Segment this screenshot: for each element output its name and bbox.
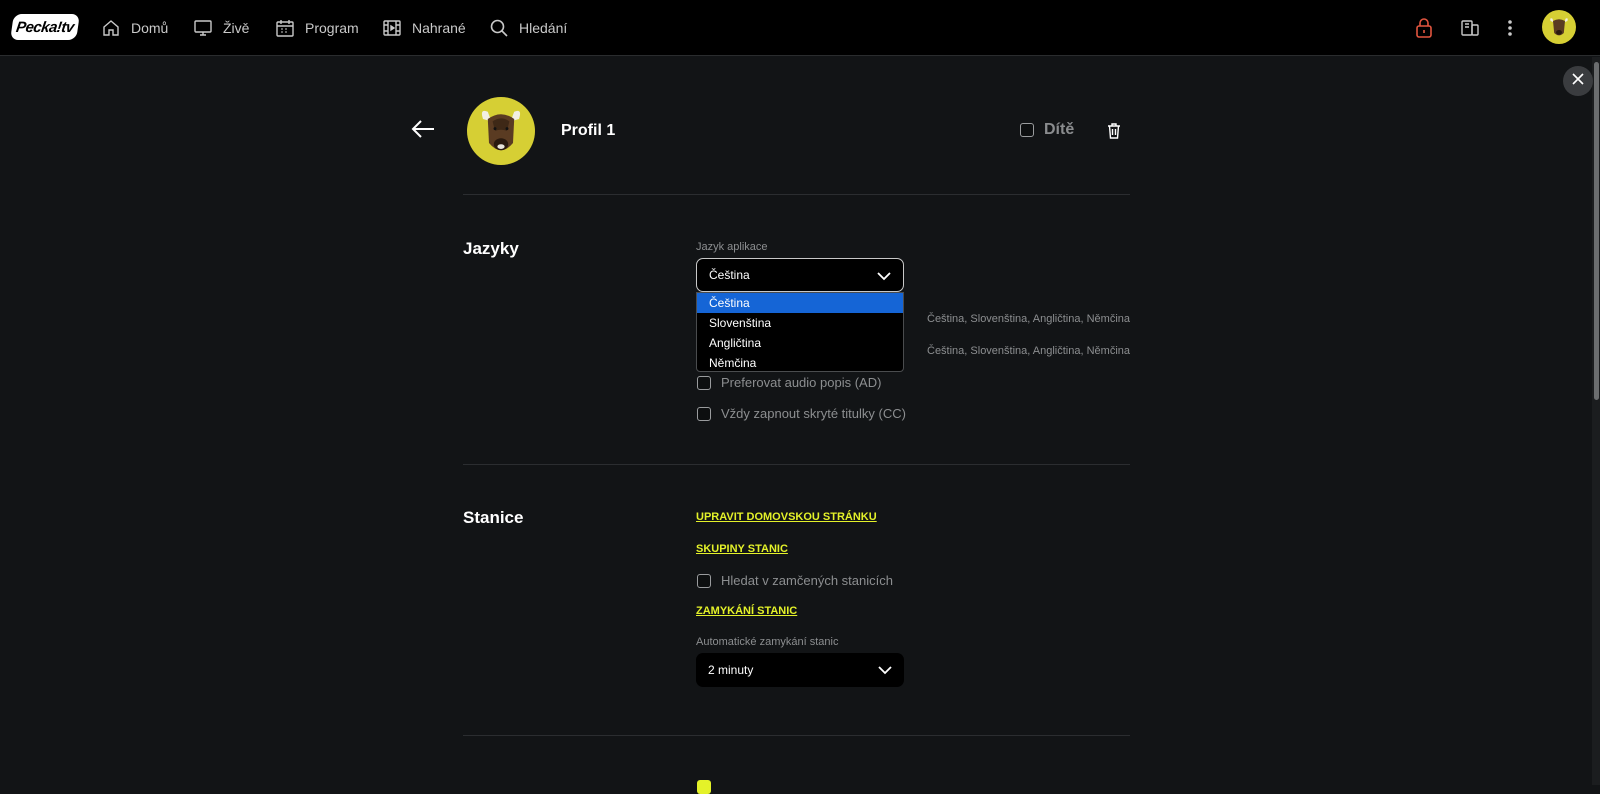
divider	[463, 464, 1130, 465]
dropdown-option-anglictina[interactable]: Angličtina	[697, 333, 903, 353]
search-locked-label: Hledat v zamčených stanicích	[721, 573, 893, 588]
close-icon	[1572, 72, 1584, 90]
dropdown-option-nemcina[interactable]: Němčina	[697, 353, 903, 373]
close-button[interactable]	[1563, 66, 1593, 96]
trash-icon[interactable]	[1107, 123, 1123, 141]
app-language-select[interactable]: Čeština	[696, 258, 904, 292]
child-checkbox[interactable]	[1020, 123, 1034, 137]
prefer-audio-description-checkbox[interactable]	[697, 375, 711, 390]
dropdown-option-slovenstina[interactable]: Slovenština	[697, 313, 903, 333]
lock-icon[interactable]	[1412, 16, 1436, 40]
station-locking-link[interactable]: ZAMYKÁNÍ STANIC	[696, 605, 797, 617]
nav-label-program: Program	[305, 20, 359, 36]
app-language-label: Jazyk aplikace	[696, 241, 768, 253]
always-cc-option[interactable]: Vždy zapnout skryté titulky (CC)	[697, 406, 906, 421]
auto-lock-value: 2 minuty	[708, 663, 754, 677]
home-icon	[101, 18, 121, 38]
section-title-stations: Stanice	[463, 508, 524, 527]
divider	[463, 735, 1130, 736]
app-language-dropdown[interactable]: Čeština Slovenština Angličtina Němčina	[696, 292, 904, 372]
profile-name[interactable]: Profil 1	[561, 122, 615, 140]
calendar-icon	[275, 18, 295, 38]
devices-icon[interactable]	[1458, 16, 1482, 40]
app-language-value: Čeština	[709, 268, 750, 282]
auto-lock-label: Automatické zamykání stanic	[696, 636, 839, 648]
audio-languages-value[interactable]: Čeština, Slovenština, Angličtina, Němčin…	[927, 313, 1130, 325]
nav-label-recordings: Nahrané	[412, 20, 466, 36]
pecka-tv-logo[interactable]: Pecka!tv	[10, 14, 80, 40]
scrollbar-thumb[interactable]	[1594, 62, 1599, 400]
always-cc-checkbox[interactable]	[697, 406, 711, 421]
child-label: Dítě	[1044, 121, 1075, 138]
nav-item-program[interactable]: Program	[275, 16, 359, 40]
child-profile-toggle[interactable]: Dítě	[1020, 121, 1074, 139]
more-vertical-icon[interactable]	[1498, 16, 1522, 40]
nav-item-home[interactable]: Domů	[101, 16, 168, 40]
divider	[463, 194, 1130, 195]
nav-item-search[interactable]: Hledání	[489, 16, 567, 40]
profile-avatar[interactable]	[467, 97, 535, 165]
recordings-icon	[382, 18, 402, 38]
chevron-down-icon	[878, 664, 892, 678]
chevron-down-icon	[877, 270, 891, 284]
dropdown-option-cestina[interactable]: Čeština	[697, 293, 903, 313]
nav-item-recordings[interactable]: Nahrané	[382, 16, 466, 40]
nav-label-live: Živě	[223, 20, 250, 36]
back-arrow-icon[interactable]	[410, 118, 440, 146]
always-cc-label: Vždy zapnout skryté titulky (CC)	[721, 406, 906, 421]
station-groups-link[interactable]: SKUPINY STANIC	[696, 543, 788, 555]
nav-label-search: Hledání	[519, 20, 568, 36]
logo-text: Pecka!tv	[14, 18, 76, 36]
tv-icon	[193, 18, 213, 38]
next-section-checkbox[interactable]	[697, 780, 711, 794]
section-title-languages: Jazyky	[463, 239, 519, 258]
search-icon	[489, 18, 509, 38]
top-navigation-bar: Pecka!tv Domů Živě Program Nahrané Hledá…	[0, 0, 1600, 56]
prefer-audio-description-label: Preferovat audio popis (AD)	[721, 375, 882, 390]
edit-homepage-link[interactable]: UPRAVIT DOMOVSKOU STRÁNKU	[696, 511, 877, 523]
bison-icon	[1550, 18, 1568, 36]
bison-icon	[481, 110, 521, 151]
search-locked-option[interactable]: Hledat v zamčených stanicích	[697, 573, 893, 588]
user-avatar[interactable]	[1542, 10, 1576, 44]
nav-label-home: Domů	[131, 20, 169, 36]
auto-lock-select[interactable]: 2 minuty	[696, 653, 904, 687]
search-locked-checkbox[interactable]	[697, 573, 711, 588]
prefer-audio-description-option[interactable]: Preferovat audio popis (AD)	[697, 375, 881, 390]
subtitle-languages-value[interactable]: Čeština, Slovenština, Angličtina, Němčin…	[927, 345, 1130, 357]
nav-item-live[interactable]: Živě	[193, 16, 249, 40]
